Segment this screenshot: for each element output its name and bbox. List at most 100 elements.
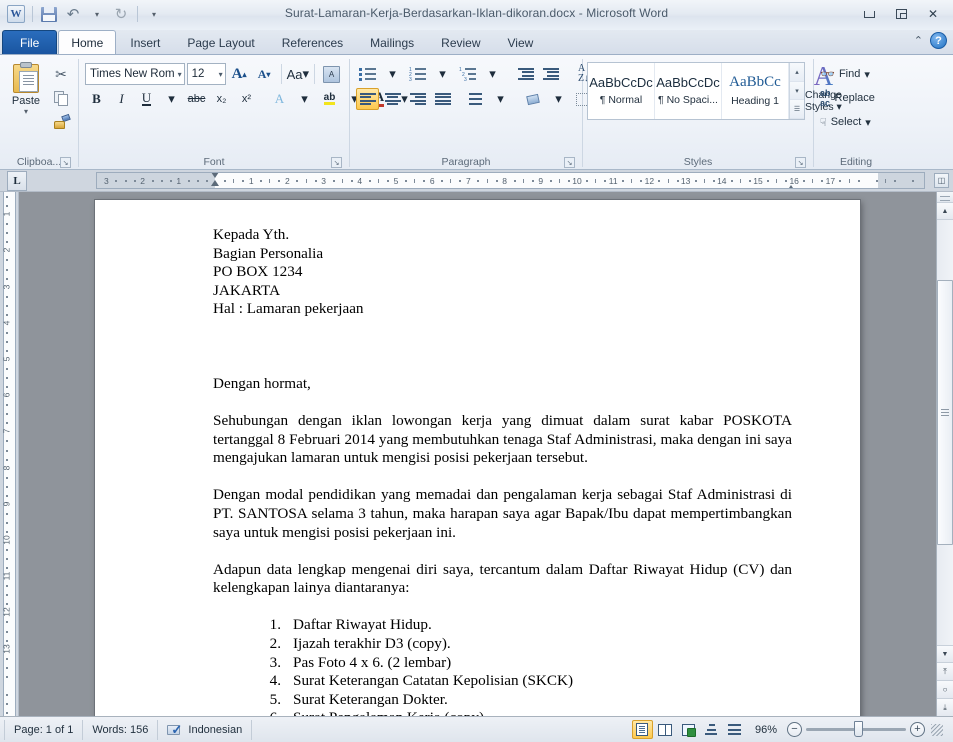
cut-button[interactable]: ✂ — [48, 63, 74, 86]
copy-button[interactable] — [48, 87, 74, 110]
strikethrough-button[interactable]: abc — [185, 88, 208, 110]
select-button[interactable]: ☟ Select ▾ — [818, 111, 894, 133]
tab-page-layout[interactable]: Page Layout — [174, 31, 267, 54]
shading-dropdown-icon[interactable]: ▾ — [547, 88, 570, 110]
tab-insert[interactable]: Insert — [117, 31, 173, 54]
tab-file[interactable]: File — [2, 30, 58, 54]
line-spacing-button[interactable] — [464, 88, 487, 110]
decrease-indent-button[interactable] — [514, 63, 537, 85]
scrollbar-thumb[interactable] — [937, 280, 953, 545]
word-count-status[interactable]: Words: 156 — [83, 719, 159, 740]
align-center-button[interactable] — [381, 88, 404, 110]
right-indent-marker[interactable] — [787, 177, 796, 188]
numbering-dropdown-icon[interactable]: ▾ — [431, 63, 454, 85]
line-spacing-dropdown-icon[interactable]: ▾ — [489, 88, 512, 110]
collapse-ribbon-icon[interactable]: ⌃ — [914, 34, 923, 47]
zoom-percentage[interactable]: 96% — [747, 724, 785, 736]
clear-formatting-button[interactable]: A — [320, 63, 343, 85]
web-layout-view-button[interactable] — [678, 720, 699, 739]
scroll-up-button[interactable]: ▲ — [937, 203, 953, 220]
zoom-slider-thumb[interactable] — [854, 721, 863, 737]
align-left-button[interactable] — [356, 88, 379, 110]
document-body[interactable]: Kepada Yth. Bagian Personalia PO BOX 123… — [95, 200, 860, 716]
minimize-button[interactable] — [855, 4, 883, 24]
replace-button[interactable]: ab ac Replace — [818, 87, 894, 109]
justify-button[interactable] — [431, 88, 454, 110]
superscript-button[interactable]: x² — [235, 88, 258, 110]
outline-view-button[interactable] — [701, 720, 722, 739]
ribbon-group-font: Times New Rom ▾ 12 ▾ A ▴ A ▾ Aa ▾ A B I … — [79, 55, 408, 169]
zoom-out-button[interactable]: − — [787, 722, 802, 737]
restore-button[interactable] — [887, 4, 915, 24]
paste-button[interactable]: Paste ▾ — [4, 60, 48, 134]
gallery-more-button[interactable]: ☰ — [790, 100, 804, 120]
print-layout-view-button[interactable] — [631, 720, 653, 739]
text-effects-dropdown-icon[interactable]: ▾ — [293, 88, 316, 110]
change-case-button[interactable]: Aa ▾ — [286, 63, 309, 85]
resize-grip[interactable] — [931, 723, 943, 736]
style-normal[interactable]: AaBbCcDc ¶ Normal — [588, 63, 655, 119]
find-button[interactable]: 👓 Find ▾ — [818, 63, 894, 85]
tab-mailings[interactable]: Mailings — [357, 31, 427, 54]
paste-dropdown-icon[interactable]: ▾ — [24, 107, 28, 116]
ruler-tick-mark — [368, 180, 371, 182]
bold-button[interactable]: B — [85, 88, 108, 110]
page-area[interactable]: Kepada Yth. Bagian Personalia PO BOX 123… — [19, 192, 936, 716]
tab-home[interactable]: Home — [58, 30, 117, 54]
bullets-button[interactable] — [356, 63, 379, 85]
italic-button[interactable]: I — [110, 88, 133, 110]
tab-references[interactable]: References — [269, 31, 356, 54]
close-button[interactable]: ✕ — [919, 4, 947, 24]
draft-view-button[interactable] — [724, 720, 745, 739]
page-status[interactable]: Page: 1 of 1 — [5, 719, 84, 740]
vruler-tick-mark — [6, 666, 8, 669]
paragraph-dialog-launcher[interactable]: ↘ — [564, 157, 575, 168]
tab-view[interactable]: View — [495, 31, 547, 54]
font-size-combo[interactable]: 12 ▾ — [186, 63, 226, 85]
split-window-handle[interactable] — [937, 192, 953, 203]
shading-button[interactable] — [522, 88, 545, 110]
ruler-toggle-button[interactable]: ◫ — [934, 173, 949, 188]
vertical-ruler[interactable]: 1 2 3 4 5 6 7 8 9 10 11 12 13 — [0, 192, 19, 716]
next-page-button[interactable]: ⤓ — [937, 698, 953, 716]
underline-button[interactable]: U — [135, 88, 158, 110]
scroll-down-button[interactable]: ▼ — [937, 645, 953, 662]
zoom-slider-track[interactable] — [806, 721, 906, 737]
multilevel-dropdown-icon[interactable]: ▾ — [481, 63, 504, 85]
font-name-combo[interactable]: Times New Rom ▾ — [85, 63, 185, 85]
vertical-scrollbar[interactable]: ▲ ▼ ⤒ ○ ⤓ — [936, 192, 953, 716]
select-browse-object-button[interactable]: ○ — [937, 680, 953, 698]
increase-indent-button[interactable] — [539, 63, 562, 85]
text-effects-button[interactable]: A — [268, 88, 291, 110]
underline-dropdown-icon[interactable]: ▾ — [160, 88, 183, 110]
horizontal-ruler[interactable]: 3 2 1 1 2 3 4 5 6 7 8 9 10 11 12 13 14 15 16 17 — [96, 172, 925, 189]
full-screen-reading-view-button[interactable] — [655, 720, 676, 739]
scrollbar-track[interactable] — [937, 220, 953, 645]
align-right-button[interactable] — [406, 88, 429, 110]
multilevel-list-button[interactable]: 1 2 3 — [456, 63, 479, 85]
gallery-scroll-down-button[interactable]: ▾ — [790, 81, 804, 101]
language-status[interactable]: ✓ Indonesian — [158, 719, 253, 740]
first-line-indent-marker[interactable] — [211, 173, 220, 188]
grow-font-button[interactable]: A ▴ — [228, 63, 251, 85]
shrink-font-button[interactable]: A ▾ — [253, 63, 276, 85]
tab-stop-selector[interactable]: L — [7, 170, 27, 191]
subscript-button[interactable]: x₂ — [210, 88, 233, 110]
highlight-button[interactable]: ab — [318, 88, 341, 110]
tab-review[interactable]: Review — [428, 31, 493, 54]
font-dialog-launcher[interactable]: ↘ — [331, 157, 342, 168]
style-heading-1[interactable]: AaBbCс Heading 1 — [722, 63, 789, 119]
format-painter-button[interactable] — [48, 111, 74, 134]
zoom-in-button[interactable]: + — [910, 722, 925, 737]
help-icon[interactable]: ? — [930, 32, 947, 49]
bullets-dropdown-icon[interactable]: ▾ — [381, 63, 404, 85]
clipboard-dialog-launcher[interactable]: ↘ — [60, 157, 71, 168]
gallery-scroll-up-button[interactable]: ▴ — [790, 63, 804, 82]
numbering-button[interactable]: 1 2 3 — [406, 63, 429, 85]
styles-dialog-launcher[interactable]: ↘ — [795, 157, 806, 168]
previous-page-button[interactable]: ⤒ — [937, 662, 953, 680]
web-layout-icon — [681, 723, 696, 737]
ruler-tick-label: 13 — [680, 176, 691, 186]
style-no-spacing[interactable]: AaBbCcDc ¶ No Spaci... — [655, 63, 722, 119]
document-page[interactable]: Kepada Yth. Bagian Personalia PO BOX 123… — [95, 200, 860, 716]
